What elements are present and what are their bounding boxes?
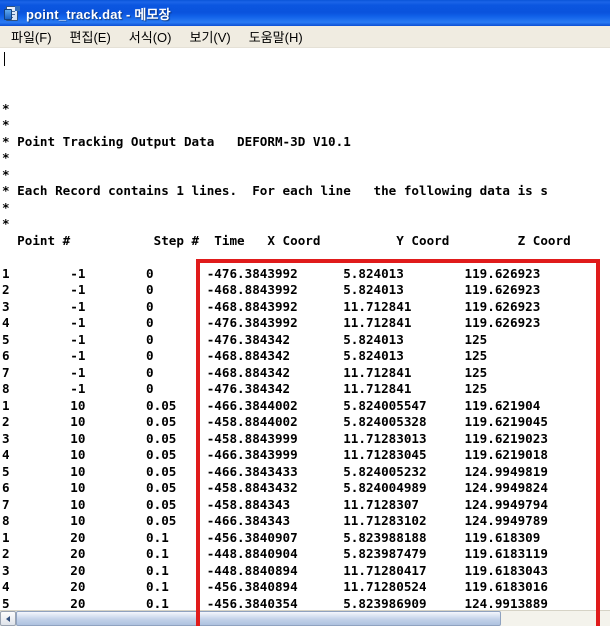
text-line: 4 10 0.05 -466.3843999 11.71283045 119.6… — [2, 447, 548, 462]
text-line: * Point Tracking Output Data DEFORM-3D V… — [2, 133, 351, 149]
chevron-left-icon — [6, 615, 10, 622]
window-title: point_track.dat - 메모장 — [26, 6, 171, 22]
text-line: * — [2, 166, 10, 182]
text-line: * — [2, 100, 10, 116]
text-line: 1 20 0.1 -456.3840907 5.823988188 119.61… — [2, 529, 541, 545]
notepad-document-icon — [4, 5, 21, 22]
text-line: 2 -1 0 -468.8843992 5.824013 119.626923 — [2, 282, 541, 297]
text-line: 1 -1 0 -476.3843992 5.824013 119.626923 — [2, 265, 541, 281]
text-line: 7 -1 0 -468.884342 11.712841 125 — [2, 364, 488, 380]
text-line: 6 10 0.05 -458.8843432 5.824004989 124.9… — [2, 480, 548, 495]
menubar: 파일(F) 편집(E) 서식(O) 보기(V) 도움말(H) — [0, 26, 610, 48]
text-line — [2, 249, 610, 266]
menu-item-format[interactable]: 서식(O) — [120, 25, 181, 48]
document-lines: * * * Point Tracking Output Data DEFORM-3D… — [2, 101, 610, 609]
window-titlebar[interactable]: point_track.dat - 메모장 — [0, 0, 610, 26]
menu-item-edit[interactable]: 편집(E) — [61, 25, 120, 48]
scrollbar-thumb[interactable] — [16, 611, 501, 626]
text-line: 8 -1 0 -476.384342 11.712841 125 — [2, 381, 488, 396]
text-line: 1 10 0.05 -466.3844002 5.824005547 119.6… — [2, 397, 541, 413]
text-line: 2 20 0.1 -448.8840904 5.823987479 119.61… — [2, 546, 548, 561]
text-line: 5 20 0.1 -456.3840354 5.823986909 124.99… — [2, 595, 548, 609]
text-line: * — [2, 216, 10, 231]
text-line: 4 -1 0 -476.3843992 11.712841 119.626923 — [2, 315, 541, 330]
text-line: * — [2, 199, 10, 215]
text-line: 3 20 0.1 -448.8840894 11.71280417 119.61… — [2, 562, 548, 578]
text-caret — [4, 52, 5, 66]
text-line: 7 10 0.05 -458.884343 11.7128307 124.994… — [2, 496, 548, 512]
menu-item-file[interactable]: 파일(F) — [2, 25, 61, 48]
scrollbar-track[interactable] — [16, 611, 610, 626]
text-line: 3 -1 0 -468.8843992 11.712841 119.626923 — [2, 298, 541, 314]
horizontal-scrollbar[interactable] — [0, 610, 610, 626]
menu-item-view[interactable]: 보기(V) — [180, 25, 239, 48]
text-line: * — [2, 117, 10, 132]
text-line: 4 20 0.1 -456.3840894 11.71280524 119.61… — [2, 579, 548, 594]
text-editor[interactable]: * * * Point Tracking Output Data DEFORM-3D… — [2, 48, 610, 608]
text-line: 5 -1 0 -476.384342 5.824013 125 — [2, 331, 488, 347]
text-line: 5 10 0.05 -466.3843433 5.824005232 124.9… — [2, 463, 548, 479]
text-line: Point # Step # Time X Coord Y Coord Z Co… — [2, 232, 571, 248]
text-line: * — [2, 150, 10, 165]
text-line: 3 10 0.05 -458.8843999 11.71283013 119.6… — [2, 430, 548, 446]
notepad-window: point_track.dat - 메모장 파일(F) 편집(E) 서식(O) … — [0, 0, 610, 626]
text-line: 6 -1 0 -468.884342 5.824013 125 — [2, 348, 488, 363]
text-line: * Each Record contains 1 lines. For each… — [2, 183, 548, 198]
text-line: 8 10 0.05 -466.384343 11.71283102 124.99… — [2, 513, 548, 528]
text-line: 2 10 0.05 -458.8844002 5.824005328 119.6… — [2, 414, 548, 429]
editor-client-area[interactable]: * * * Point Tracking Output Data DEFORM-3D… — [0, 48, 610, 626]
scroll-left-button[interactable] — [0, 611, 16, 626]
menu-item-help[interactable]: 도움말(H) — [240, 25, 312, 48]
